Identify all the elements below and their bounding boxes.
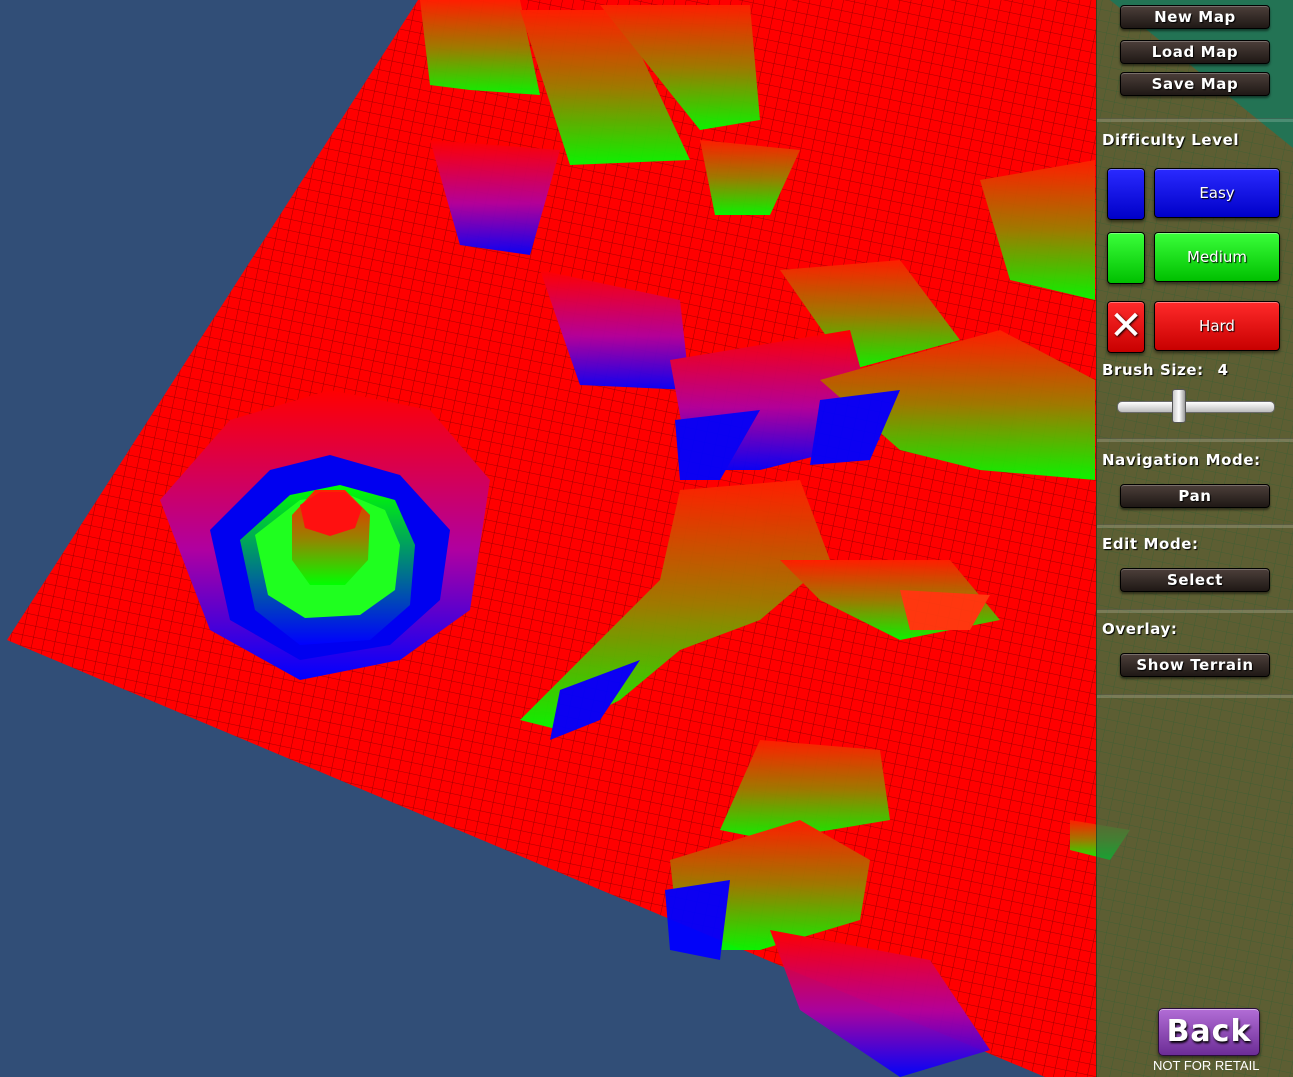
easy-button[interactable]: Easy <box>1154 168 1280 218</box>
navigation-mode-title: Navigation Mode: <box>1102 451 1261 469</box>
brush-size-value: 4 <box>1217 361 1229 379</box>
brush-size-slider-thumb[interactable] <box>1172 389 1186 423</box>
divider <box>1097 438 1293 442</box>
edit-mode-button[interactable]: Select <box>1120 568 1270 592</box>
load-map-button[interactable]: Load Map <box>1120 40 1270 64</box>
selected-x-icon: ✕ <box>1109 303 1143 349</box>
hard-color-swatch[interactable]: ✕ <box>1107 301 1145 353</box>
navigation-mode-button[interactable]: Pan <box>1120 484 1270 508</box>
overlay-button[interactable]: Show Terrain <box>1120 653 1270 677</box>
medium-button[interactable]: Medium <box>1154 232 1280 282</box>
edit-mode-title: Edit Mode: <box>1102 535 1199 553</box>
hard-button[interactable]: Hard <box>1154 301 1280 351</box>
divider <box>1097 609 1293 613</box>
brush-size-label: Brush Size: 4 <box>1102 361 1229 379</box>
medium-color-swatch[interactable] <box>1107 232 1145 284</box>
difficulty-title: Difficulty Level <box>1102 131 1240 149</box>
easy-color-swatch[interactable] <box>1107 168 1145 220</box>
divider <box>1097 118 1293 122</box>
brush-size-title: Brush Size: <box>1102 361 1204 379</box>
new-map-button[interactable]: New Map <box>1120 5 1270 29</box>
brush-size-slider[interactable] <box>1117 401 1275 413</box>
overlay-title: Overlay: <box>1102 620 1178 638</box>
not-for-retail-watermark: NOT FOR RETAIL <box>1153 1058 1260 1073</box>
divider <box>1097 694 1293 698</box>
divider <box>1097 524 1293 528</box>
back-button[interactable]: Back <box>1158 1008 1260 1056</box>
editor-side-panel: New Map Load Map Save Map Difficulty Lev… <box>1096 0 1293 1077</box>
save-map-button[interactable]: Save Map <box>1120 72 1270 96</box>
